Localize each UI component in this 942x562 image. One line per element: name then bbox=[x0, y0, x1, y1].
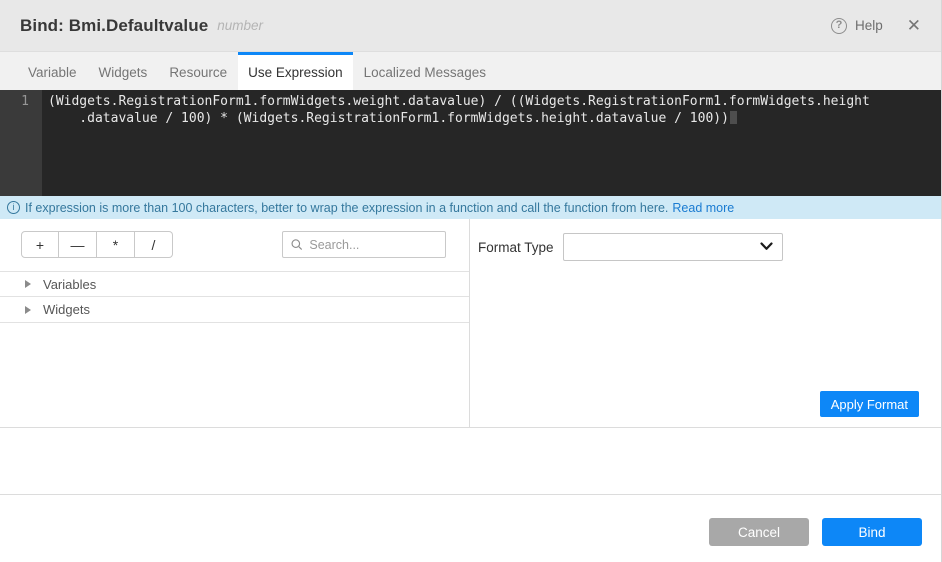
apply-format-button[interactable]: Apply Format bbox=[819, 391, 919, 417]
text-cursor bbox=[729, 110, 737, 124]
divide-operator-button[interactable]: / bbox=[135, 231, 173, 258]
operator-button-group: + — * / bbox=[21, 231, 173, 258]
tree-item-widgets[interactable]: Widgets bbox=[0, 297, 469, 323]
multiply-operator-button[interactable]: * bbox=[97, 231, 135, 258]
info-message: If expression is more than 100 character… bbox=[25, 200, 669, 215]
tab-resource[interactable]: Resource bbox=[158, 52, 238, 90]
format-type-label: Format Type bbox=[478, 239, 554, 255]
minus-operator-button[interactable]: — bbox=[59, 231, 97, 258]
bind-dialog: Bind: Bmi.Defaultvalue number ? Help ✕ V… bbox=[0, 0, 942, 562]
editor-code[interactable]: (Widgets.RegistrationForm1.formWidgets.w… bbox=[42, 90, 870, 196]
bind-button[interactable]: Bind bbox=[822, 518, 922, 546]
format-type-select[interactable] bbox=[563, 233, 783, 261]
caret-right-icon bbox=[25, 280, 31, 288]
tree-item-variables[interactable]: Variables bbox=[0, 271, 469, 297]
search-icon bbox=[291, 239, 303, 250]
plus-operator-button[interactable]: + bbox=[21, 231, 59, 258]
search-input[interactable] bbox=[309, 237, 437, 252]
help-icon[interactable]: ? bbox=[830, 17, 847, 34]
chevron-down-icon bbox=[760, 242, 773, 250]
format-panel: Format Type Apply Format bbox=[470, 219, 941, 427]
info-bar: i If expression is more than 100 charact… bbox=[0, 196, 941, 219]
cancel-button[interactable]: Cancel bbox=[709, 518, 809, 546]
code-line-2-text: .datavalue / 100) * (Widgets.Registratio… bbox=[48, 110, 729, 126]
dialog-title: Bind: Bmi.Defaultvalue bbox=[20, 15, 209, 35]
builder-toolbar: + — * / bbox=[0, 231, 469, 258]
bind-source-tree: Variables Widgets bbox=[0, 271, 469, 323]
read-more-link[interactable]: Read more bbox=[672, 201, 734, 215]
code-line-2: .datavalue / 100) * (Widgets.Registratio… bbox=[48, 110, 870, 128]
tab-localized-messages[interactable]: Localized Messages bbox=[353, 52, 497, 90]
line-number: 1 bbox=[21, 94, 29, 109]
tree-item-label: Widgets bbox=[43, 302, 90, 317]
header-actions: ? Help ✕ bbox=[830, 17, 921, 34]
expression-builder-panel: + — * / Variables bbox=[0, 219, 470, 427]
code-line-1: (Widgets.RegistrationForm1.formWidgets.w… bbox=[48, 94, 870, 109]
tree-item-label: Variables bbox=[43, 276, 97, 292]
editor-gutter: 1 bbox=[0, 90, 42, 196]
dialog-footer: Cancel Bind bbox=[0, 494, 941, 562]
info-icon: i bbox=[7, 201, 20, 214]
tab-widgets[interactable]: Widgets bbox=[88, 52, 159, 90]
format-type-row: Format Type bbox=[478, 233, 941, 261]
main-area: + — * / Variables bbox=[0, 219, 941, 428]
tab-use-expression[interactable]: Use Expression bbox=[238, 52, 353, 90]
close-icon[interactable]: ✕ bbox=[907, 17, 921, 34]
caret-right-icon bbox=[25, 305, 31, 314]
search-box[interactable] bbox=[282, 231, 446, 258]
tab-bar: Variable Widgets Resource Use Expression… bbox=[0, 52, 941, 90]
tab-variable[interactable]: Variable bbox=[17, 52, 88, 90]
expression-editor[interactable]: 1 (Widgets.RegistrationForm1.formWidgets… bbox=[0, 90, 941, 196]
dialog-header: Bind: Bmi.Defaultvalue number ? Help ✕ bbox=[0, 0, 941, 52]
dialog-subtitle: number bbox=[217, 18, 264, 33]
help-link[interactable]: Help bbox=[855, 18, 883, 33]
